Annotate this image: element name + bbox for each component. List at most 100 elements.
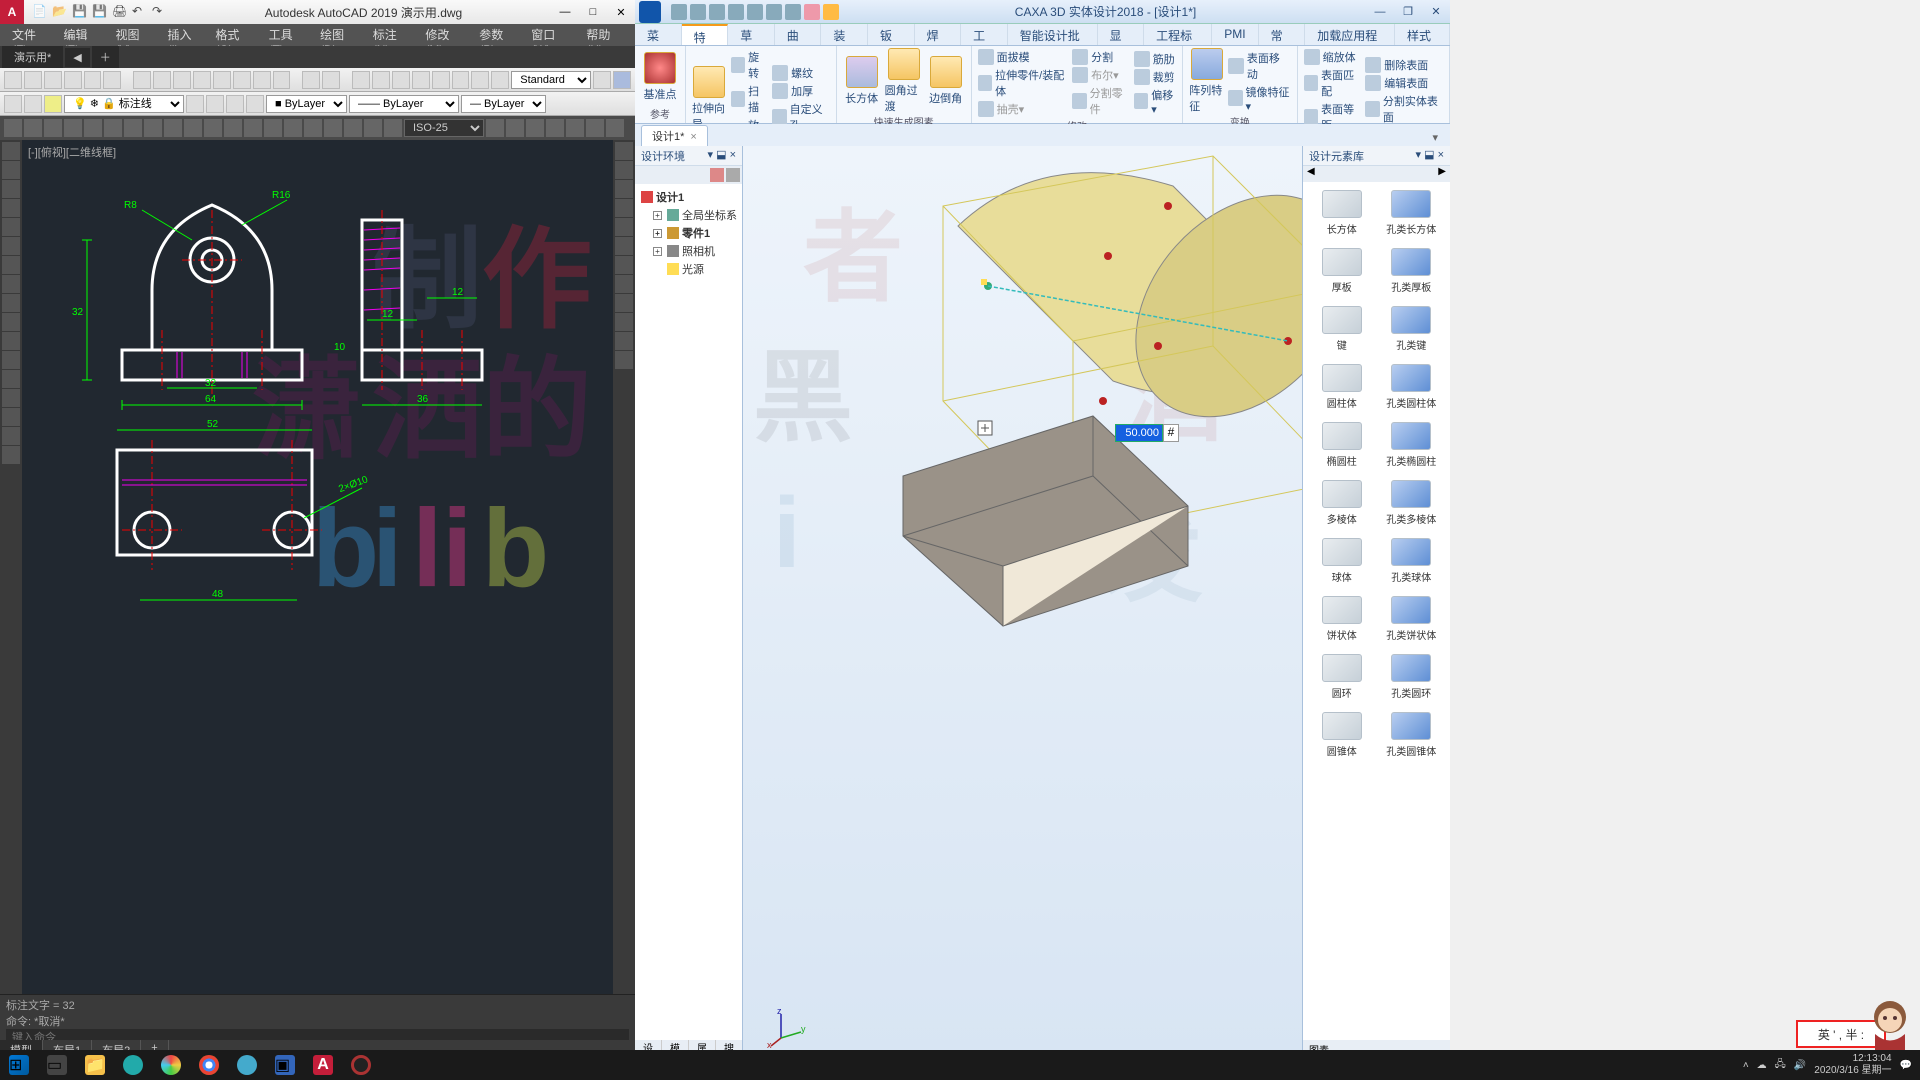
tb-icon[interactable] [302,71,320,89]
tb-icon[interactable] [103,71,121,89]
menu-item[interactable]: 视图(V) [107,24,159,46]
tb-icon[interactable] [164,119,182,137]
tb-icon[interactable] [491,71,509,89]
tb-icon[interactable] [566,119,584,137]
tb-icon[interactable] [613,71,631,89]
tb-icon[interactable] [44,119,62,137]
tb-icon[interactable] [24,71,42,89]
element-item[interactable]: 厚板 [1307,244,1377,302]
tree-node[interactable]: 光源 [639,260,738,278]
move-tool-icon[interactable] [615,237,633,255]
ribbon-tab[interactable]: 常用 [1259,24,1306,45]
element-item[interactable]: 圆柱体 [1307,360,1377,418]
chrome-button[interactable] [190,1050,228,1080]
ribbon-tab[interactable]: 焊接 [915,24,962,45]
style-select[interactable]: Standard [511,71,591,89]
tb-icon[interactable] [364,119,382,137]
tb-icon[interactable] [412,71,430,89]
menu-item[interactable]: 插入(I) [160,24,208,46]
ribbon-tab[interactable]: PMI [1212,24,1258,45]
tb-icon[interactable] [4,119,22,137]
element-item[interactable]: 长方体 [1307,186,1377,244]
element-item[interactable]: 孔类椭圆柱 [1377,418,1447,476]
menu-item[interactable]: 格式(O) [207,24,260,46]
move-face-button[interactable]: 表面移动 [1228,49,1291,83]
tb-icon[interactable] [44,71,62,89]
circle-tool-icon[interactable] [2,180,20,198]
tb-icon[interactable] [384,119,402,137]
system-clock[interactable]: 12:13:042020/3/16 星期一 [1814,1053,1891,1077]
mirror-tool-icon[interactable] [615,180,633,198]
cx-qat-icon[interactable] [804,4,820,20]
tb-icon[interactable] [124,119,142,137]
tb-icon[interactable] [324,119,342,137]
tree-tool-icon[interactable] [710,168,724,182]
tb-icon[interactable] [264,119,282,137]
elib-nav-right-icon[interactable]: ▶ [1438,166,1446,182]
element-item[interactable]: 圆环 [1307,650,1377,708]
tree-tool-icon[interactable] [726,168,740,182]
rotate-tool-icon[interactable] [615,256,633,274]
tb-icon[interactable] [452,71,470,89]
cx-qat-icon[interactable] [747,4,763,20]
tray-cloud-icon[interactable]: ☁ [1757,1060,1767,1071]
tb-icon[interactable] [432,71,450,89]
ribbon-tab[interactable]: 工具 [961,24,1008,45]
text-tool-icon[interactable] [2,313,20,331]
element-item[interactable]: 孔类多棱体 [1377,476,1447,534]
ellipse-tool-icon[interactable] [2,237,20,255]
element-item[interactable]: 孔类饼状体 [1377,592,1447,650]
color-select[interactable]: ■ ByLayer [266,95,347,113]
hash-button[interactable]: # [1163,424,1179,442]
tree-node[interactable]: +照相机 [639,242,738,260]
tb-icon[interactable] [273,71,291,89]
close-panel-icon[interactable]: × [730,149,736,161]
file-tab[interactable]: 演示用* [2,46,63,68]
close-button[interactable]: ✕ [1422,2,1450,22]
delete-face-button[interactable]: 删除表面 [1365,56,1443,74]
close-button[interactable]: ✕ [607,2,635,22]
element-item[interactable]: 孔类圆锥体 [1377,708,1447,766]
tree-node[interactable]: +全局坐标系 [639,206,738,224]
helix-tool-icon[interactable] [2,427,20,445]
tb-icon[interactable] [546,119,564,137]
ribbon-tab[interactable]: 装配 [821,24,868,45]
dimstyle-select[interactable]: ISO-25 [404,119,484,137]
ribbon-tab[interactable]: 加载应用程序 [1305,24,1395,45]
poly-tool-icon[interactable] [2,408,20,426]
tb-icon[interactable] [104,119,122,137]
app-button[interactable]: ▣ [266,1050,304,1080]
tb-icon[interactable] [186,95,204,113]
pattern-button[interactable]: 阵列特征 [1189,48,1224,114]
point-tool-icon[interactable] [2,294,20,312]
notification-icon[interactable]: 💬 [1900,1060,1912,1071]
maximize-button[interactable]: □ [579,2,607,22]
cx-qat-icon[interactable] [785,4,801,20]
qat-redo-icon[interactable]: ↷ [152,4,168,20]
menu-item[interactable]: 修改(M) [417,24,471,46]
element-item[interactable]: 饼状体 [1307,592,1377,650]
tb-icon[interactable] [206,95,224,113]
tb-icon[interactable] [253,71,271,89]
panel-dropdown-icon[interactable]: ▾ [1426,129,1444,146]
lineweight-select[interactable]: ― ByLayer [461,95,546,113]
tb-icon[interactable] [173,71,191,89]
mtext-tool-icon[interactable] [2,370,20,388]
offset-button[interactable]: 偏移▾ [1134,86,1177,117]
spline-tool-icon[interactable] [2,256,20,274]
cx-qat-icon[interactable] [690,4,706,20]
element-item[interactable]: 孔类键 [1377,302,1447,360]
ribbon-tab[interactable]: 特征 [682,24,729,45]
cx-qat-icon[interactable] [728,4,744,20]
ribbon-tab[interactable]: 菜单 [635,24,682,45]
tb-icon[interactable] [372,71,390,89]
pin-icon[interactable]: ▾ ⬓ [1416,149,1435,161]
menu-item[interactable]: 窗口(W) [523,24,578,46]
qat-print-icon[interactable]: 🖨 [112,4,128,20]
elib-nav-left-icon[interactable]: ◀ [1307,166,1315,182]
new-tab-button[interactable]: ＋ [92,46,119,68]
ribbon-tab[interactable]: 智能设计批注 [1008,24,1098,45]
extrude-wizard-button[interactable]: 拉伸向导 [692,66,727,132]
pin-icon[interactable]: ▾ ⬓ [708,149,727,161]
line-tool-icon[interactable] [2,142,20,160]
